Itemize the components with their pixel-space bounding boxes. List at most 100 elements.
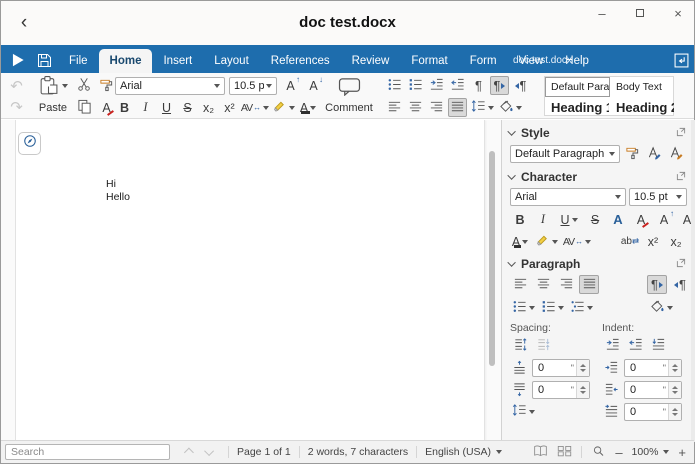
save-icon[interactable] bbox=[37, 53, 52, 68]
new-style-button[interactable] bbox=[667, 144, 686, 163]
redo-button[interactable]: ↷ bbox=[7, 97, 26, 116]
below-spacing-spinbox[interactable]: 0" bbox=[532, 381, 590, 399]
subscript-button[interactable]: x₂ bbox=[199, 98, 218, 117]
sidebar-highlight-button[interactable] bbox=[533, 232, 559, 251]
sidebar-italic-button[interactable]: I bbox=[533, 210, 553, 229]
spin-buttons[interactable] bbox=[668, 360, 681, 376]
highlight-color-button[interactable] bbox=[271, 98, 295, 117]
clone-formatting-sidebar-button[interactable] bbox=[623, 144, 642, 163]
paragraph-section-header[interactable]: Paragraph bbox=[510, 256, 686, 271]
sidebar-font-size-combo[interactable]: 10.5 pt bbox=[629, 188, 687, 206]
paragraph-background-button[interactable] bbox=[497, 98, 523, 117]
before-indent-spinbox[interactable]: 0" bbox=[624, 359, 682, 377]
sidebar-increase-indent-button[interactable] bbox=[602, 336, 622, 355]
increase-spacing-button[interactable] bbox=[510, 336, 530, 355]
sidebar-scrollbar[interactable] bbox=[691, 120, 695, 442]
left-to-right-button[interactable]: ¶ bbox=[490, 76, 509, 95]
navigator-button[interactable] bbox=[18, 132, 41, 155]
maximize-button[interactable] bbox=[632, 5, 648, 21]
minimize-button[interactable]: – bbox=[594, 5, 610, 21]
sidebar-line-spacing-button[interactable] bbox=[510, 402, 536, 421]
shadow-button[interactable]: A bbox=[608, 210, 628, 229]
language-selector[interactable]: English (USA) bbox=[425, 446, 502, 458]
justify-button[interactable] bbox=[448, 98, 467, 117]
word-count[interactable]: 2 words, 7 characters bbox=[308, 446, 408, 458]
sidebar-decrease-indent-button[interactable] bbox=[625, 336, 645, 355]
align-center-button[interactable] bbox=[406, 98, 425, 117]
tab-format[interactable]: Format bbox=[400, 49, 458, 73]
tab-layout[interactable]: Layout bbox=[203, 49, 260, 73]
sidebar-clear-formatting-button[interactable]: A bbox=[631, 210, 651, 229]
italic-button[interactable]: I bbox=[136, 98, 155, 117]
line-spacing-button[interactable] bbox=[469, 98, 495, 117]
sidebar-underline-button[interactable]: U bbox=[556, 210, 582, 229]
paragraph-style-combo[interactable]: Default Paragraph Style bbox=[510, 145, 620, 163]
change-case-button[interactable]: ab⇄ bbox=[620, 232, 640, 251]
clone-formatting-button[interactable] bbox=[97, 76, 116, 95]
strikethrough-button[interactable]: S bbox=[178, 98, 197, 117]
style-dialog-launcher-icon[interactable] bbox=[676, 124, 686, 142]
search-previous-icon[interactable] bbox=[184, 447, 194, 457]
spin-buttons[interactable] bbox=[576, 382, 589, 398]
sidebar-align-right-button[interactable] bbox=[556, 275, 576, 294]
document-page[interactable]: Hi Hello bbox=[15, 120, 485, 442]
first-line-indent-spinbox[interactable]: 0" bbox=[624, 403, 682, 421]
after-indent-spinbox[interactable]: 0" bbox=[624, 381, 682, 399]
close-button[interactable]: × bbox=[670, 5, 686, 21]
document-vertical-scrollbar[interactable] bbox=[489, 151, 495, 366]
character-spacing-button[interactable]: AV↔ bbox=[241, 98, 269, 117]
style-heading-2[interactable]: Heading 2 bbox=[610, 97, 675, 117]
hanging-indent-button[interactable] bbox=[648, 336, 668, 355]
shrink-font-button[interactable]: A↓ bbox=[304, 76, 323, 95]
tab-review[interactable]: Review bbox=[341, 49, 401, 73]
sidebar-bold-button[interactable]: B bbox=[510, 210, 530, 229]
sidebar-rtl-button[interactable]: ¶ bbox=[670, 275, 690, 294]
sidebar-strikethrough-button[interactable]: S bbox=[585, 210, 605, 229]
copy-button[interactable] bbox=[75, 98, 94, 117]
bullet-list-button[interactable] bbox=[385, 76, 404, 95]
superscript-button[interactable]: x² bbox=[220, 98, 239, 117]
style-heading-1[interactable]: Heading 1 bbox=[545, 97, 610, 117]
zoom-out-button[interactable]: – bbox=[615, 445, 622, 460]
sidebar-font-name-combo[interactable]: Arial bbox=[510, 188, 626, 206]
document-text[interactable]: Hi Hello bbox=[106, 178, 130, 204]
grow-font-button[interactable]: A↑ bbox=[281, 76, 300, 95]
paragraph-dialog-launcher-icon[interactable] bbox=[676, 255, 686, 273]
spin-buttons[interactable] bbox=[576, 360, 589, 376]
spin-buttons[interactable] bbox=[668, 382, 681, 398]
font-color-button[interactable]: A bbox=[297, 98, 319, 117]
sidebar-align-center-button[interactable] bbox=[533, 275, 553, 294]
formatting-marks-button[interactable]: ¶ bbox=[469, 76, 488, 95]
tab-insert[interactable]: Insert bbox=[152, 49, 203, 73]
character-section-header[interactable]: Character bbox=[510, 169, 686, 184]
update-style-button[interactable] bbox=[645, 144, 664, 163]
sidebar-ltr-button[interactable]: ¶ bbox=[647, 275, 667, 294]
outline-list-button[interactable] bbox=[568, 298, 594, 317]
spin-buttons[interactable] bbox=[668, 404, 681, 420]
single-page-view-icon[interactable] bbox=[533, 445, 548, 460]
sidebar-font-color-button[interactable]: A bbox=[510, 232, 530, 251]
style-default-paragraph[interactable]: Default Paragr bbox=[545, 77, 610, 97]
align-left-button[interactable] bbox=[385, 98, 404, 117]
style-section-header[interactable]: Style bbox=[510, 125, 686, 140]
cut-button[interactable] bbox=[75, 76, 94, 95]
zoom-level-selector[interactable]: 100% bbox=[632, 446, 670, 458]
decrease-spacing-button[interactable] bbox=[533, 336, 553, 355]
paste-dropdown-caret[interactable] bbox=[62, 84, 68, 88]
zoom-in-button[interactable]: + bbox=[678, 445, 686, 460]
zoom-magnifier-icon[interactable] bbox=[591, 445, 606, 460]
insert-comment-button[interactable]: Comment bbox=[323, 75, 375, 117]
tab-file[interactable]: File bbox=[58, 49, 99, 73]
sidebar-background-color-button[interactable] bbox=[648, 298, 674, 317]
font-size-combo[interactable]: 10.5 pt bbox=[229, 77, 277, 95]
tab-home[interactable]: Home bbox=[99, 49, 153, 73]
sidebar-numbered-list-button[interactable] bbox=[539, 298, 565, 317]
bold-button[interactable]: B bbox=[115, 98, 134, 117]
undo-button[interactable]: ↶ bbox=[7, 76, 26, 95]
sidebar-subscript-button[interactable]: x₂ bbox=[666, 232, 686, 251]
tab-references[interactable]: References bbox=[260, 49, 341, 73]
increase-indent-button[interactable] bbox=[427, 76, 446, 95]
character-dialog-launcher-icon[interactable] bbox=[676, 168, 686, 186]
tab-form[interactable]: Form bbox=[459, 49, 508, 73]
font-name-combo[interactable]: Arial bbox=[115, 77, 225, 95]
